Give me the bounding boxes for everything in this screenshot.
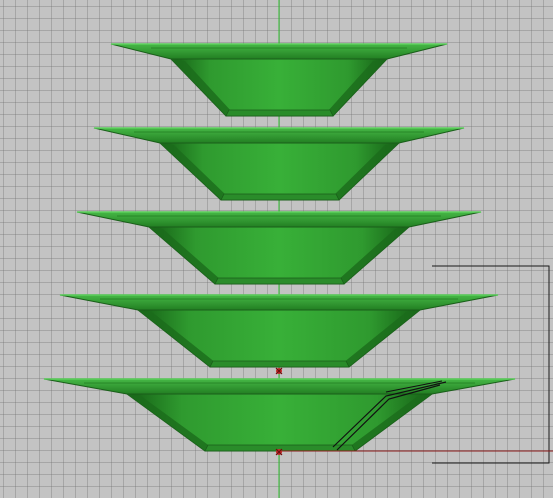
3d-viewport[interactable]: [0, 0, 553, 498]
scene-canvas[interactable]: [0, 0, 553, 498]
dish-5[interactable]: [43, 378, 516, 452]
origin-marker-upper[interactable]: [275, 367, 283, 375]
dish-3[interactable]: [76, 211, 482, 285]
dish-1[interactable]: [110, 43, 448, 117]
origin-marker-lower[interactable]: [275, 448, 283, 456]
dish-2[interactable]: [93, 127, 465, 201]
dish-4[interactable]: [59, 294, 499, 368]
dish-stack: [43, 43, 516, 452]
